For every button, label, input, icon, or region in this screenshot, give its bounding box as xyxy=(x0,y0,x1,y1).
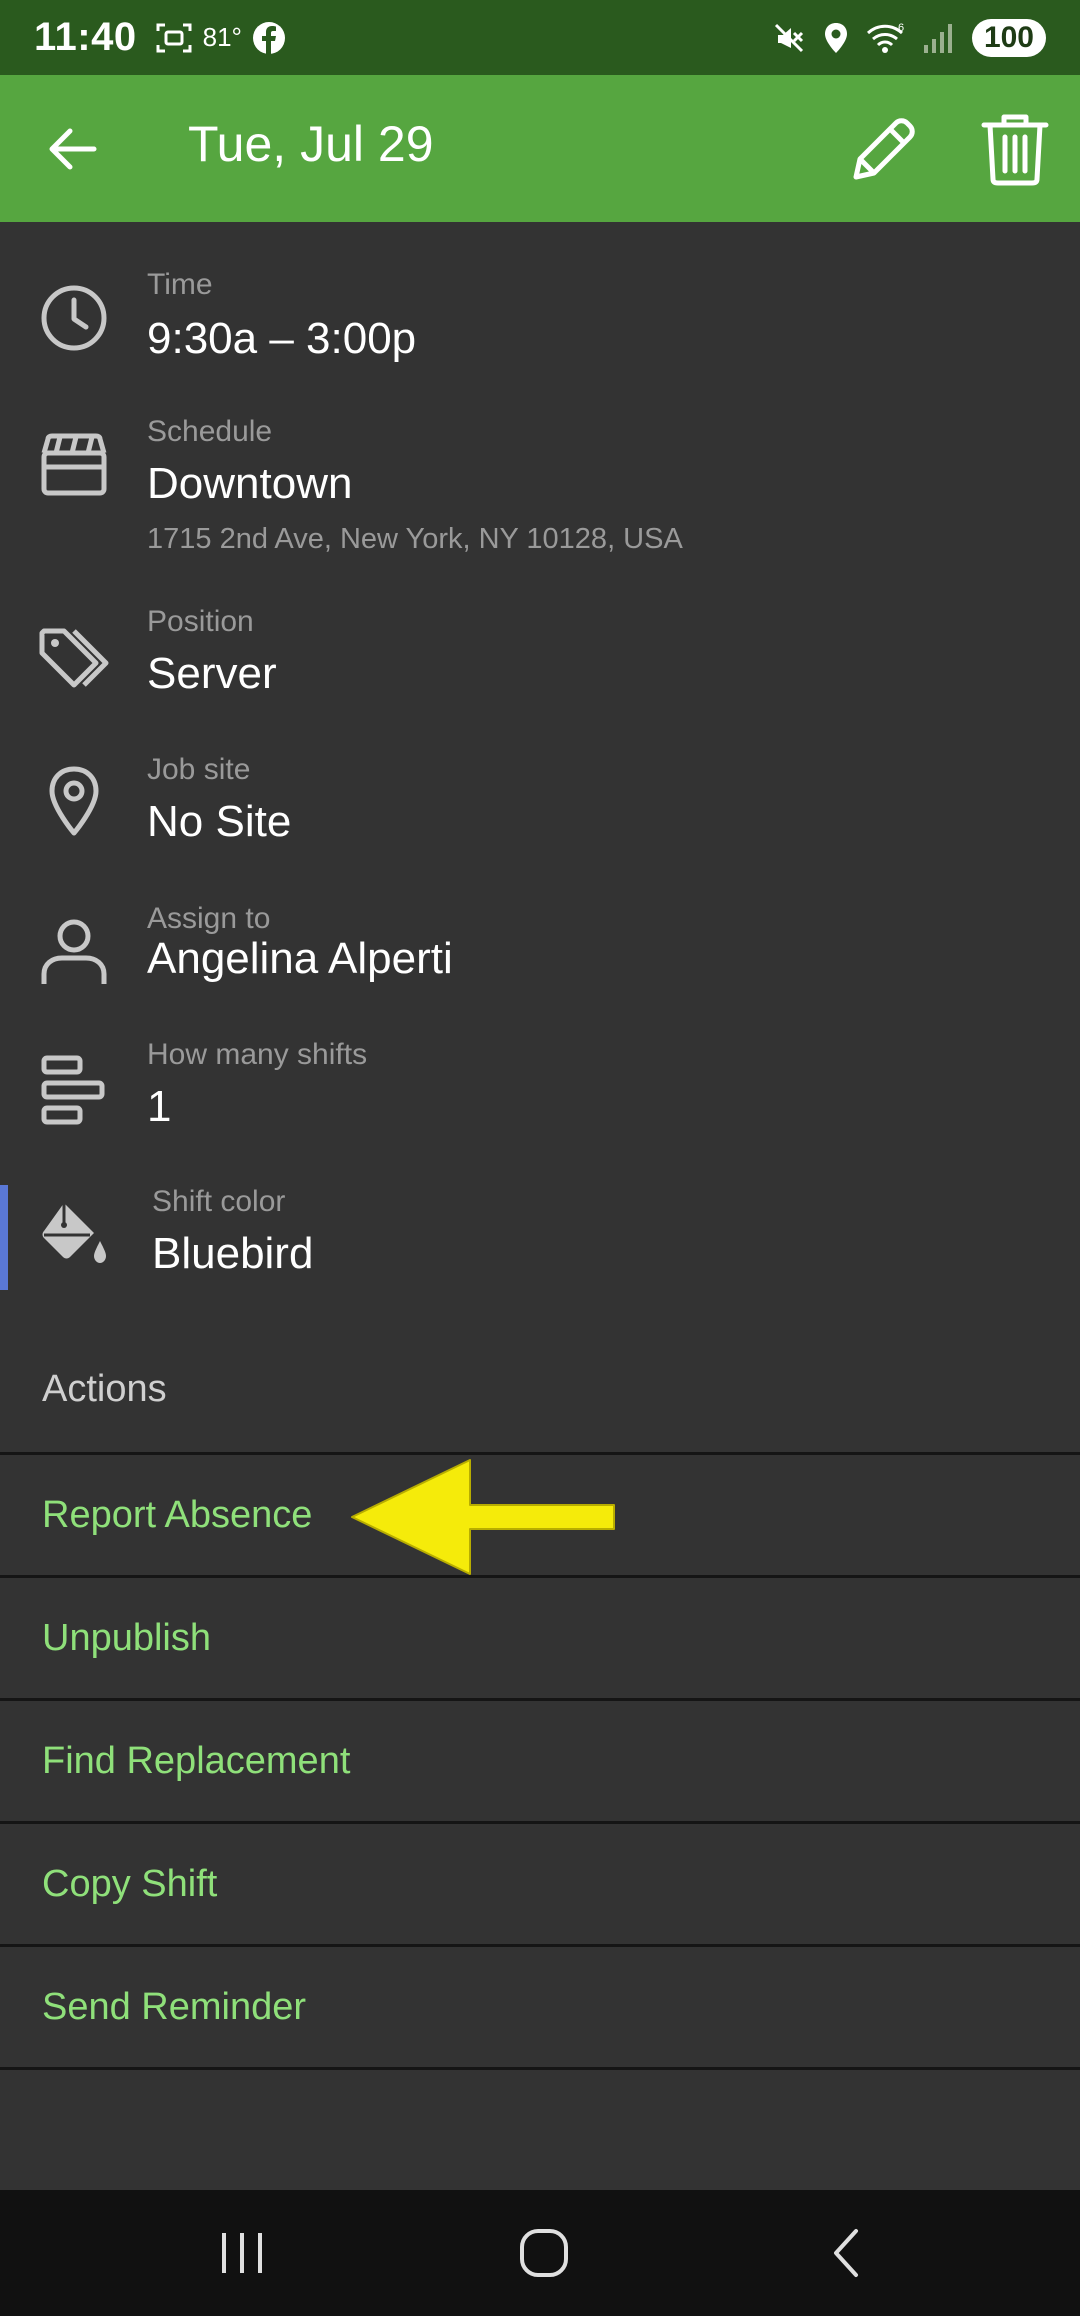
facebook-icon xyxy=(252,21,285,54)
schedule-label: Schedule xyxy=(147,415,273,448)
paint-bucket-icon xyxy=(42,1203,106,1263)
annotation-arrow-icon xyxy=(351,1459,615,1575)
recents-icon[interactable] xyxy=(212,2223,272,2283)
tags-icon xyxy=(39,628,109,688)
detail-row-assign-to[interactable]: Assign to Angelina Alperti xyxy=(0,900,1080,1010)
trash-icon[interactable] xyxy=(980,111,1050,187)
time-label: Time xyxy=(147,268,213,301)
shift-color-swatch xyxy=(0,1185,8,1290)
map-pin-icon xyxy=(49,766,99,836)
copy-shift-button[interactable]: Copy Shift xyxy=(0,1821,1080,1944)
person-icon xyxy=(41,919,107,984)
schedule-address: 1715 2nd Ave, New York, NY 10128, USA xyxy=(147,523,683,555)
assign-to-value: Angelina Alperti xyxy=(147,934,453,983)
screen: 11:40 81° 6 100 Tue, Jul 29 Time 9:30a –… xyxy=(0,0,1080,2316)
system-nav-bar xyxy=(0,2190,1080,2316)
shifts-label: How many shifts xyxy=(147,1038,368,1071)
list-divider xyxy=(0,2067,1080,2070)
status-left-icons: 81° xyxy=(155,21,286,55)
job-site-value: No Site xyxy=(147,797,292,846)
back-icon[interactable] xyxy=(818,2223,878,2283)
battery-indicator: 100 xyxy=(971,18,1046,57)
detail-row-shift-color[interactable]: Shift color Bluebird xyxy=(0,1185,1080,1295)
schedule-value: Downtown xyxy=(147,459,353,508)
detail-row-schedule: Schedule Downtown 1715 2nd Ave, New York… xyxy=(0,415,1080,575)
send-reminder-button[interactable]: Send Reminder xyxy=(0,1944,1080,2067)
status-time: 11:40 xyxy=(34,15,137,59)
status-bar: 11:40 81° 6 100 xyxy=(0,0,1080,75)
status-temperature: 81° xyxy=(202,22,242,52)
detail-row-position: Position Server xyxy=(0,605,1080,725)
position-value: Server xyxy=(147,649,277,698)
find-replacement-button[interactable]: Find Replacement xyxy=(0,1698,1080,1821)
back-arrow-icon[interactable] xyxy=(44,121,100,177)
clapperboard-icon xyxy=(41,433,107,496)
home-icon[interactable] xyxy=(514,2223,574,2283)
status-right-icons: 6 100 xyxy=(772,18,1046,57)
signal-icon xyxy=(923,23,952,53)
app-bar: Tue, Jul 29 xyxy=(0,75,1080,222)
shift-color-label: Shift color xyxy=(152,1185,286,1218)
shifts-value: 1 xyxy=(147,1082,172,1131)
shift-color-value: Bluebird xyxy=(152,1229,314,1278)
mute-icon xyxy=(774,23,803,52)
clock-icon xyxy=(41,285,107,351)
job-site-label: Job site xyxy=(147,753,251,786)
screenshot-icon xyxy=(156,23,192,52)
detail-row-job-site: Job site No Site xyxy=(0,753,1080,873)
actions-heading: Actions xyxy=(42,1368,167,1410)
wifi-icon: 6 xyxy=(866,22,904,53)
position-label: Position xyxy=(147,605,254,638)
location-icon xyxy=(824,22,847,53)
unpublish-button[interactable]: Unpublish xyxy=(0,1575,1080,1698)
time-value: 9:30a – 3:00p xyxy=(147,314,417,363)
pencil-icon[interactable] xyxy=(846,111,922,187)
detail-row-shifts: How many shifts 1 xyxy=(0,1038,1080,1158)
assign-to-label: Assign to xyxy=(147,902,271,935)
detail-row-time: Time 9:30a – 3:00p xyxy=(0,222,1080,363)
bars-icon xyxy=(41,1055,105,1125)
page-title: Tue, Jul 29 xyxy=(188,116,434,172)
svg-text:6: 6 xyxy=(898,22,904,34)
